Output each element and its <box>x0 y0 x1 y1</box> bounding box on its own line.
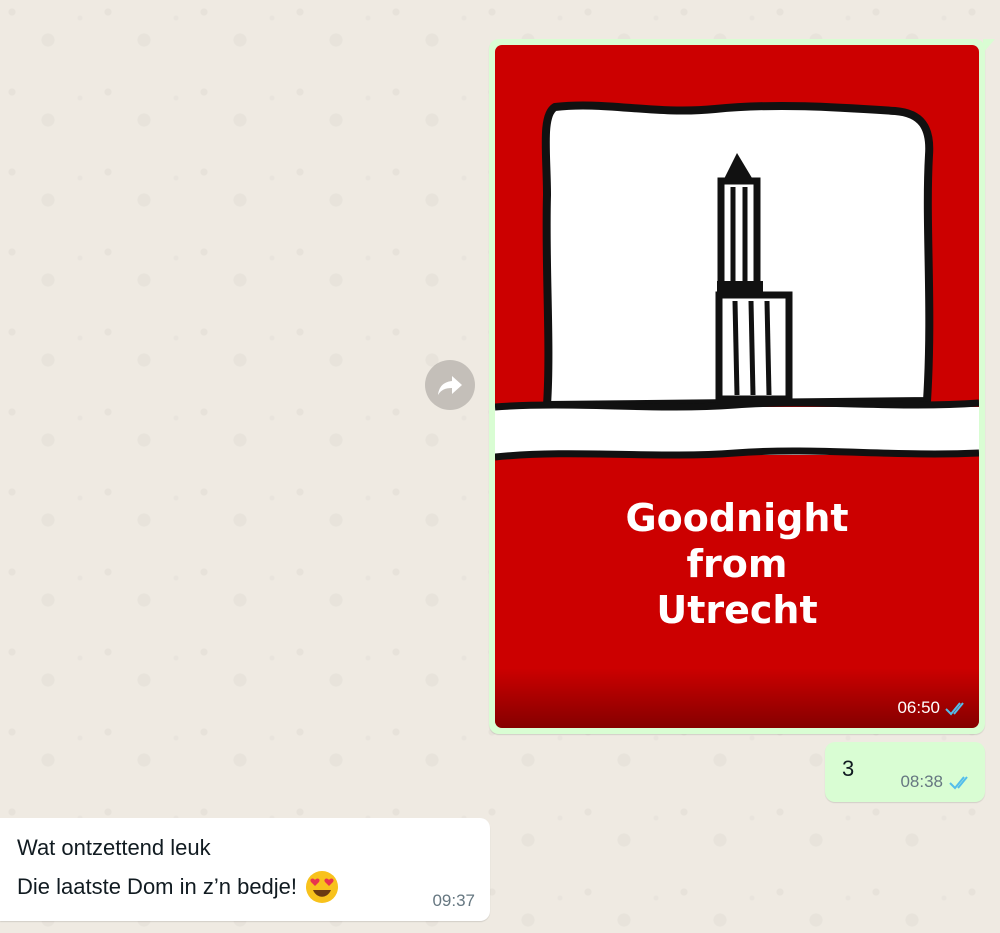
forward-icon <box>438 376 462 395</box>
image-text-line: Utrecht <box>656 588 818 632</box>
message-text-row: Die laatste Dom in z’n bedje! <box>17 870 339 904</box>
heart-eyes-emoji <box>306 871 339 903</box>
image-caption-text: Goodnight from Utrecht <box>495 495 979 633</box>
message-meta: 06:50 <box>897 698 969 718</box>
image-text-line: from <box>686 542 788 586</box>
message-time: 09:37 <box>432 891 475 910</box>
double-check-read-icon <box>949 776 968 790</box>
message-text-line: Die laatste Dom in z’n bedje! <box>17 874 298 899</box>
message-text-line: Wat ontzettend leuk <box>17 835 211 860</box>
image-text-line: Goodnight <box>625 496 849 540</box>
message-time: 08:38 <box>900 772 943 791</box>
outgoing-text-message[interactable]: 3 08:38 <box>825 742 985 802</box>
message-time: 06:50 <box>897 698 940 717</box>
message-text: 3 <box>842 756 855 781</box>
incoming-text-message[interactable]: Wat ontzettend leuk Die laatste Dom in z… <box>0 818 490 921</box>
bubble-tail <box>983 39 995 53</box>
message-meta: 08:38 <box>900 772 973 792</box>
image-card[interactable]: Goodnight from Utrecht 06:50 <box>495 45 979 728</box>
double-check-read-icon <box>945 702 964 716</box>
forward-button[interactable] <box>425 360 475 410</box>
outgoing-image-message[interactable]: Goodnight from Utrecht 06:50 <box>489 39 995 734</box>
